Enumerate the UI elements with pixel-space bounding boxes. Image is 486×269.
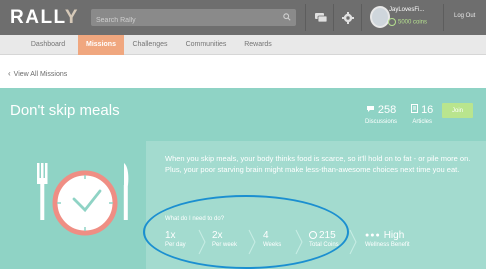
step-wellness-benefit: ●●● High Wellness Benefit bbox=[365, 230, 410, 248]
divider bbox=[333, 4, 334, 31]
view-all-missions-link[interactable]: ‹ View All Missions bbox=[8, 69, 67, 78]
knife-icon bbox=[123, 163, 129, 220]
tab-missions[interactable]: Missions bbox=[78, 35, 124, 55]
divider bbox=[305, 4, 306, 31]
page: RALLY JayLovesFi... 5000 coins Log Out bbox=[0, 0, 486, 269]
coin-icon bbox=[388, 18, 396, 26]
clock-icon bbox=[52, 170, 118, 236]
highlight-annotation-oval bbox=[143, 195, 349, 269]
tab-communities[interactable]: Communities bbox=[180, 35, 232, 55]
main-nav: Dashboard Missions Challenges Communitie… bbox=[0, 35, 486, 55]
logout-link[interactable]: Log Out bbox=[454, 13, 475, 19]
tab-challenges[interactable]: Challenges bbox=[127, 35, 173, 55]
divider bbox=[361, 4, 362, 31]
divider bbox=[443, 4, 444, 31]
fork-icon bbox=[37, 163, 48, 220]
mission-title: Don't skip meals bbox=[10, 102, 120, 119]
speech-bubble-icon bbox=[366, 106, 374, 112]
tab-dashboard[interactable]: Dashboard bbox=[26, 35, 70, 55]
benefit-dots-icon: ●●● bbox=[365, 231, 381, 239]
meal-clock-illustration bbox=[37, 163, 129, 236]
chevron-right-icon bbox=[349, 229, 357, 255]
articles-stat[interactable]: 16 Articles bbox=[411, 100, 433, 125]
join-button[interactable]: Join bbox=[442, 103, 473, 118]
rally-logo[interactable]: RALLY bbox=[10, 7, 79, 29]
tab-rewards[interactable]: Rewards bbox=[238, 35, 278, 55]
user-name[interactable]: JayLovesFi... bbox=[389, 7, 424, 13]
mission-description: When you skip meals, your body thinks fo… bbox=[165, 154, 471, 174]
chat-icon[interactable] bbox=[314, 11, 328, 25]
avatar[interactable] bbox=[370, 6, 390, 28]
search-input[interactable] bbox=[91, 12, 271, 29]
coin-balance: 5000 coins bbox=[388, 18, 427, 26]
search-icon[interactable] bbox=[283, 13, 291, 21]
discussions-stat[interactable]: 258 Discussions bbox=[365, 100, 397, 125]
search-box[interactable] bbox=[91, 9, 296, 29]
gear-icon[interactable] bbox=[341, 11, 355, 25]
document-icon bbox=[411, 104, 418, 113]
top-bar: RALLY JayLovesFi... 5000 coins Log Out bbox=[0, 0, 486, 35]
chevron-left-icon: ‹ bbox=[8, 69, 11, 78]
